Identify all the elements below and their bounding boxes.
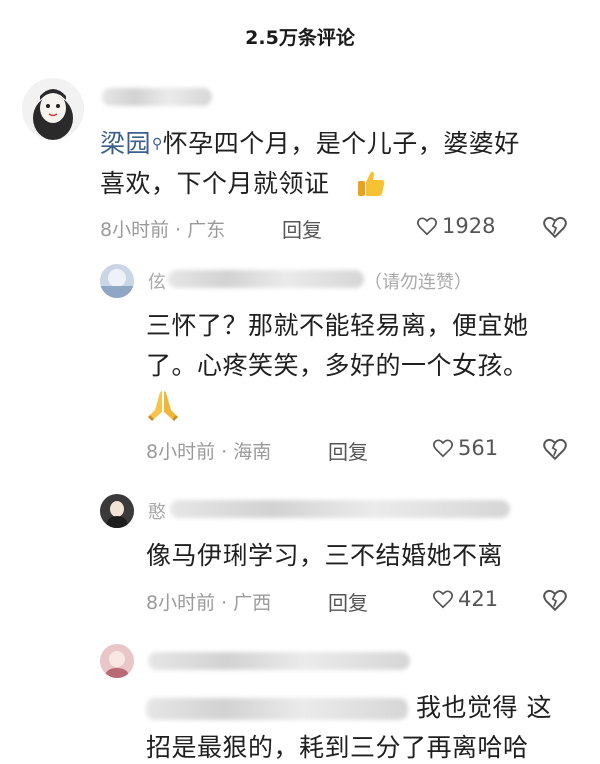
comment-time-location: 8小时前 · 广东 xyxy=(100,219,226,241)
like-count: 561 xyxy=(458,436,499,460)
avatar[interactable] xyxy=(100,494,134,528)
broken-heart-icon xyxy=(543,589,567,612)
avatar[interactable] xyxy=(100,644,134,678)
folded-hands-emoji xyxy=(146,388,180,422)
username-redacted xyxy=(168,270,364,288)
like-button[interactable]: 1928 xyxy=(416,214,495,238)
heart-outline-icon xyxy=(417,217,437,236)
username-redacted xyxy=(148,652,410,670)
dislike-button[interactable] xyxy=(542,436,568,462)
like-button[interactable]: 421 xyxy=(432,587,498,611)
search-mini-icon[interactable]: ⚲ xyxy=(152,124,163,164)
dislike-button[interactable] xyxy=(542,587,568,613)
reply-body: 三怀了？那就不能轻易离，便宜她 了。心疼笑笑，多好的一个女孩。 xyxy=(146,311,529,380)
comment-count-title: 2.5万条评论 xyxy=(245,26,355,49)
reply-body: 像马伊琍学习，三不结婚她不离 xyxy=(146,541,504,570)
mention-link[interactable]: 梁园 xyxy=(100,129,151,158)
avatar[interactable] xyxy=(22,78,84,140)
heart-outline-icon xyxy=(433,590,453,609)
like-count: 421 xyxy=(458,587,499,611)
reply-username[interactable]: 憨 xyxy=(148,498,166,524)
username-redacted xyxy=(102,88,212,106)
reply-button[interactable]: 回复 xyxy=(328,587,368,616)
like-count: 1928 xyxy=(442,214,496,238)
like-button[interactable]: 561 xyxy=(432,436,498,460)
broken-heart-icon xyxy=(543,216,567,239)
username-redacted xyxy=(170,500,510,518)
heart-outline-icon xyxy=(433,439,453,458)
reply-button[interactable]: 回复 xyxy=(282,214,322,243)
reply-time-location: 8小时前 · 广西 xyxy=(146,592,272,614)
reply-button[interactable]: 回复 xyxy=(328,436,368,465)
comment-body: 梁园⚲怀孕四个月，是个儿子，婆婆好 喜欢，下个月就领证 xyxy=(100,124,580,204)
reply-time-location: 8小时前 · 海南 xyxy=(146,441,272,463)
reply-username[interactable]: 伭 xyxy=(148,268,166,294)
comments-header: 2.5万条评论 xyxy=(0,0,600,72)
thumbs-up-emoji xyxy=(355,168,387,200)
reply-tag: （请勿连赞） xyxy=(364,272,472,293)
broken-heart-icon xyxy=(543,438,567,461)
dislike-button[interactable] xyxy=(542,214,568,240)
avatar[interactable] xyxy=(100,264,134,298)
reply-body: 我也觉得 这 招是最狠的，耗到三分了再离哈哈 xyxy=(146,693,552,762)
